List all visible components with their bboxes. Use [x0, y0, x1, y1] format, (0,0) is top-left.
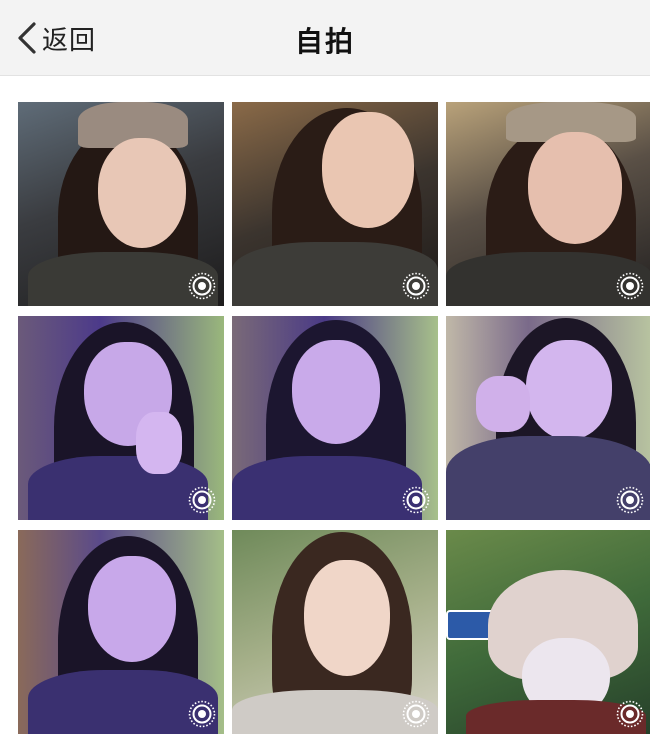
live-photo-icon [402, 486, 430, 514]
photo-thumbnail[interactable] [18, 102, 224, 306]
live-photo-icon [402, 700, 430, 728]
photo-thumbnail[interactable] [446, 102, 650, 306]
photo-thumbnail[interactable] [232, 316, 438, 520]
live-photo-icon [188, 700, 216, 728]
page-title: 自拍 [294, 25, 355, 58]
live-photo-icon [188, 486, 216, 514]
live-photo-icon [616, 272, 644, 300]
live-photo-icon [188, 272, 216, 300]
photo-thumbnail[interactable] [446, 316, 650, 520]
navigation-bar: 返回 自拍 [0, 0, 650, 76]
live-photo-icon [616, 486, 644, 514]
photo-thumbnail[interactable] [446, 530, 650, 734]
live-photo-icon [402, 272, 430, 300]
photo-thumbnail[interactable] [18, 530, 224, 734]
photo-thumbnail[interactable] [232, 102, 438, 306]
photo-thumbnail[interactable] [18, 316, 224, 520]
live-photo-icon [616, 700, 644, 728]
photo-thumbnail[interactable] [232, 530, 438, 734]
